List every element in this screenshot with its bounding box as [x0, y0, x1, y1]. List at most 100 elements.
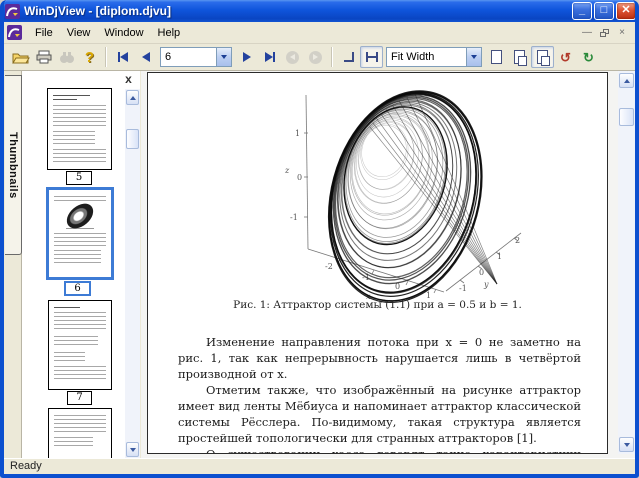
maximize-button[interactable]: □ — [594, 2, 614, 20]
attractor-trajectories — [306, 85, 505, 307]
y-axis-label: y — [483, 280, 489, 289]
mdi-minimize-button[interactable]: — — [580, 27, 594, 39]
next-page-button[interactable] — [235, 46, 258, 68]
thumb-text-lines — [54, 312, 106, 332]
arrow-down-icon — [624, 443, 630, 447]
thumbnails-scroll-down-button[interactable] — [126, 442, 139, 457]
toolbar: ? 6 Fit Width ↺ ↻ — [4, 44, 635, 71]
svg-text:2: 2 — [515, 236, 520, 245]
app-icon — [5, 4, 20, 19]
thumbnail-page-8[interactable] — [48, 408, 112, 458]
svg-text:-1: -1 — [290, 213, 298, 222]
help-button[interactable]: ? — [78, 46, 101, 68]
arrow-up-icon — [624, 79, 630, 83]
main-scroll-down-button[interactable] — [619, 437, 634, 452]
fit-width-button[interactable] — [360, 46, 383, 68]
svg-text:1: 1 — [497, 252, 502, 261]
sidebar-tab-strip: Thumbnails — [4, 71, 22, 458]
rotate-right-button[interactable]: ↻ — [577, 46, 600, 68]
thumb-text-lines — [54, 250, 101, 266]
forward-icon — [309, 51, 322, 64]
thumbnail-page-7[interactable] — [48, 300, 112, 390]
previous-page-button[interactable] — [134, 46, 157, 68]
thumb-heading-line — [53, 95, 90, 96]
arrow-up-icon — [130, 96, 136, 100]
thumbnail-page-6-selected[interactable] — [46, 187, 114, 280]
figure-caption: Рис. 1: Аттрактор системы (1.1) при a = … — [148, 299, 607, 311]
document-text: Изменение направления потока при x = 0 н… — [178, 334, 581, 454]
thumb-text-lines — [54, 233, 106, 247]
page-number-combobox[interactable]: 6 — [160, 47, 232, 67]
toolbar-separator — [331, 47, 333, 67]
thumbnails-scrollbar[interactable] — [125, 89, 140, 458]
main-scroll-up-button[interactable] — [619, 73, 634, 88]
zoom-value: Fit Width — [387, 51, 466, 63]
zoom-combobox[interactable]: Fit Width — [386, 47, 482, 67]
fit-width-icon — [366, 52, 378, 62]
main-scrollbar-thumb[interactable] — [619, 108, 634, 126]
fit-page-button[interactable] — [337, 46, 360, 68]
back-button[interactable] — [281, 46, 304, 68]
minimize-button[interactable]: _ — [572, 2, 592, 20]
figure-tick-labels: 1 0 -1 z -2 -1 0 1 x -1 0 1 2 y — [284, 129, 520, 301]
thumbnail-label-7[interactable]: 7 — [67, 391, 92, 405]
thumb-caption-line — [66, 228, 95, 229]
mdi-restore-button[interactable] — [600, 29, 609, 37]
fit-page-icon — [344, 52, 354, 62]
last-page-button[interactable] — [258, 46, 281, 68]
close-button[interactable]: ✕ — [616, 2, 636, 20]
toolbar-separator — [105, 47, 107, 67]
next-page-icon — [243, 52, 251, 62]
menu-file[interactable]: File — [28, 24, 60, 42]
last-page-icon-bar — [273, 52, 275, 62]
thumb-text-lines — [54, 196, 106, 204]
open-folder-icon — [12, 50, 30, 64]
document-icon[interactable] — [7, 25, 22, 40]
document-page: 1 0 -1 z -2 -1 0 1 x -1 0 1 2 y — [147, 72, 608, 454]
facing-pages-button[interactable] — [508, 46, 531, 68]
find-button[interactable] — [55, 46, 78, 68]
continuous-layout-button[interactable] — [531, 46, 554, 68]
tab-thumbnails[interactable]: Thumbnails — [5, 75, 22, 255]
tab-thumbnails-label: Thumbnails — [7, 132, 19, 199]
thumb-heading-line — [53, 99, 77, 100]
first-page-button[interactable] — [111, 46, 134, 68]
single-page-icon — [491, 50, 502, 64]
z-axis-label: z — [284, 166, 290, 175]
main-scrollbar[interactable] — [618, 71, 635, 454]
menu-help[interactable]: Help — [151, 24, 188, 42]
svg-text:-2: -2 — [325, 262, 333, 271]
thumbnail-page-5[interactable] — [47, 88, 112, 170]
status-text: Ready — [10, 460, 42, 472]
thumb-text-lines — [53, 131, 95, 145]
figure-3d-attractor: 1 0 -1 z -2 -1 0 1 x -1 0 1 2 y — [278, 85, 578, 307]
document-view: 1 0 -1 z -2 -1 0 1 x -1 0 1 2 y — [141, 71, 635, 458]
binoculars-icon — [59, 51, 75, 64]
page-number-dropdown-button[interactable] — [216, 48, 231, 66]
content-area: Thumbnails x 5 — [4, 71, 635, 458]
status-bar: Ready — [4, 458, 635, 474]
paragraph: Изменение направления потока при x = 0 н… — [178, 334, 581, 382]
menu-window[interactable]: Window — [97, 24, 150, 42]
printer-icon — [36, 50, 52, 64]
paragraph: Отметим также, что изображённый на рисун… — [178, 382, 581, 446]
thumbnails-scrollbar-thumb[interactable] — [126, 129, 139, 149]
close-panel-icon[interactable]: x — [121, 72, 136, 86]
title-bar[interactable]: WinDjView - [diplom.djvu] _ □ ✕ — [0, 0, 639, 22]
thumbnail-label-6[interactable]: 6 — [64, 281, 91, 296]
single-page-button[interactable] — [485, 46, 508, 68]
chevron-down-icon — [471, 55, 477, 59]
thumbnails-scroll-up-button[interactable] — [126, 90, 139, 105]
mdi-window-controls: — × — [580, 27, 629, 39]
thumbnail-label-5[interactable]: 5 — [66, 171, 92, 185]
open-button[interactable] — [9, 46, 32, 68]
thumb-text-lines — [54, 336, 98, 348]
mdi-close-button[interactable]: × — [615, 27, 629, 39]
thumb-text-lines — [53, 105, 106, 127]
forward-button[interactable] — [304, 46, 327, 68]
arrow-down-icon — [130, 448, 136, 452]
rotate-left-button[interactable]: ↺ — [554, 46, 577, 68]
print-button[interactable] — [32, 46, 55, 68]
zoom-dropdown-button[interactable] — [466, 48, 481, 66]
menu-view[interactable]: View — [60, 24, 98, 42]
